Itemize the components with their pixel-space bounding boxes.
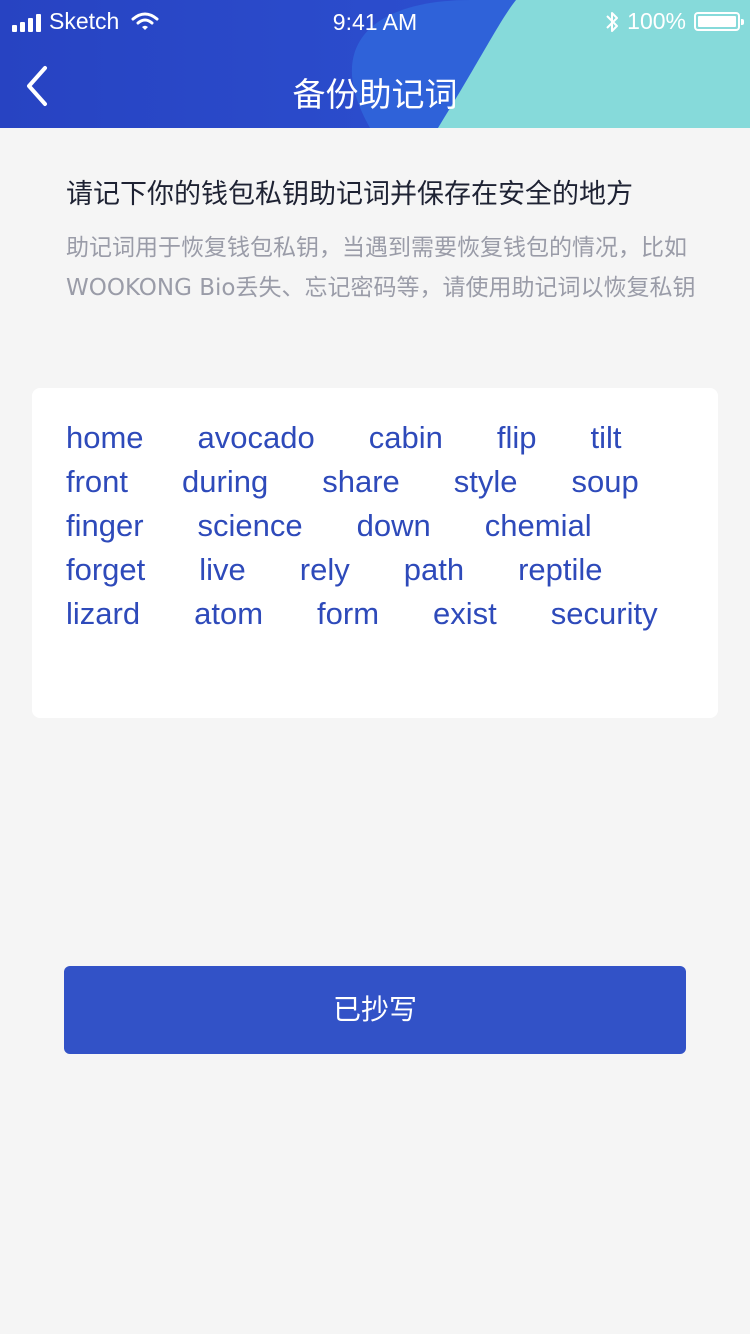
intro-description: 助记词用于恢复钱包私钥，当遇到需要恢复钱包的情况，比如WOOKONG Bio丢失…	[66, 235, 696, 301]
mnemonic-word: home	[66, 420, 144, 455]
mnemonic-word: security	[550, 596, 658, 631]
mnemonic-word: front	[66, 464, 129, 499]
mnemonic-word: live	[199, 552, 246, 587]
mnemonic-card: home avocado cabin flip tilt front during share…	[32, 388, 718, 718]
mnemonic-word: down	[356, 508, 431, 543]
mnemonic-word: rely	[299, 552, 350, 587]
mnemonic-word: soup	[571, 464, 639, 499]
page-title: 备份助记词	[292, 75, 458, 114]
mnemonic-word: exist	[433, 596, 497, 631]
mnemonic-word: avocado	[197, 420, 315, 455]
mnemonic-word: science	[197, 508, 303, 543]
copied-confirm-button[interactable]: 已抄写	[64, 966, 686, 1054]
mnemonic-word: tilt	[590, 420, 622, 455]
app-header: Sketch 9:41 AM 100% 备份助记词	[0, 0, 750, 128]
battery-percent: 100%	[627, 8, 686, 34]
mnemonic-word: flip	[496, 420, 537, 455]
mnemonic-word: chemial	[484, 508, 592, 543]
bluetooth-icon	[606, 11, 619, 32]
mnemonic-word: path	[403, 552, 465, 587]
mnemonic-word-list: home avocado cabin flip tilt front during share…	[66, 418, 696, 634]
mnemonic-word: style	[453, 464, 518, 499]
mnemonic-word: during	[182, 464, 269, 499]
intro-heading: 请记下你的钱包私钥助记词并保存在安全的地方	[66, 179, 633, 210]
mnemonic-word: atom	[194, 596, 264, 631]
mnemonic-word: lizard	[66, 596, 141, 631]
status-bar: Sketch 9:41 AM 100%	[0, 0, 750, 44]
nav-bar: 备份助记词	[0, 44, 750, 128]
mnemonic-word: form	[317, 596, 380, 631]
mnemonic-word: reptile	[518, 552, 603, 587]
mnemonic-word: forget	[66, 552, 146, 587]
mnemonic-word: share	[322, 464, 400, 499]
mnemonic-word: finger	[66, 508, 144, 543]
battery-icon	[694, 12, 744, 31]
mnemonic-word: cabin	[368, 420, 443, 455]
